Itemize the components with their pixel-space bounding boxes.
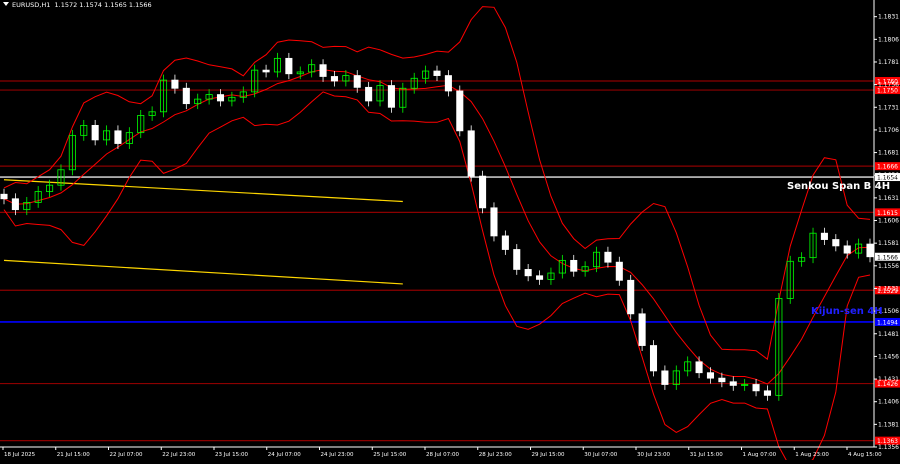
level-price-label: 1.1666 xyxy=(877,164,898,171)
candle-body xyxy=(387,85,395,108)
x-tick-label: 25 Jul 15:00 xyxy=(373,452,406,458)
candle-body xyxy=(11,198,19,211)
candle-body xyxy=(832,239,840,247)
level-price-label: 1.1615 xyxy=(877,210,898,217)
candle-body xyxy=(524,269,532,277)
y-tick-label: 1.1406 xyxy=(878,399,899,406)
candle-body xyxy=(649,345,658,372)
level-price-label: 1.1494 xyxy=(877,319,898,326)
candle-body xyxy=(752,384,760,392)
x-tick-label: 21 Jul 15:00 xyxy=(57,452,90,458)
x-tick-label: 24 Jul 07:00 xyxy=(268,452,301,458)
candle-body xyxy=(615,261,623,281)
candle-body xyxy=(501,235,509,250)
candle-body xyxy=(763,390,771,396)
chart: 1.1760 1.1750 1.1666 1.1654 1.1615 1.1529 1.14… xyxy=(0,0,900,464)
y-tick-label: 1.1656 xyxy=(878,172,899,179)
candle-body xyxy=(433,70,441,76)
candle-body xyxy=(706,372,715,379)
y-tick-label: 1.1731 xyxy=(878,104,899,111)
candle-body xyxy=(365,86,373,102)
candle-body xyxy=(467,130,475,177)
ohlc-values: 1.1572 1.1574 1.1565 1.1566 xyxy=(54,1,152,9)
y-tick-label: 1.1631 xyxy=(878,195,899,202)
y-tick-label: 1.1456 xyxy=(878,353,899,360)
kijun-sen-label: Kijun-sen 4H xyxy=(811,306,883,317)
x-tick-label: 22 Jul 07:00 xyxy=(110,452,143,458)
y-tick-label: 1.1356 xyxy=(878,444,899,451)
candle-body xyxy=(479,175,487,209)
candle-body xyxy=(182,87,190,105)
candle-body xyxy=(536,275,544,280)
x-tick-label: 22 Jul 23:00 xyxy=(162,452,195,458)
candle-body xyxy=(216,94,225,102)
candle-body xyxy=(319,64,327,77)
candle-body xyxy=(866,243,874,258)
chart-header: EURUSD,H1 1.1572 1.1574 1.1565 1.1566 xyxy=(3,1,152,9)
candle-body xyxy=(0,193,8,200)
candle-body xyxy=(729,381,737,386)
candle-body xyxy=(695,361,703,374)
candle-body xyxy=(171,79,179,89)
x-tick-label: 24 Jul 23:00 xyxy=(321,452,354,458)
y-tick-label: 1.1556 xyxy=(878,263,899,270)
x-tick-label: 28 Jul 07:00 xyxy=(426,452,459,458)
candle-body xyxy=(718,377,726,383)
candle-body xyxy=(353,75,361,88)
y-tick-label: 1.1431 xyxy=(878,376,899,383)
x-tick-label: 1 Aug 23:00 xyxy=(795,452,829,458)
collapse-triangle-icon[interactable] xyxy=(3,2,9,6)
chart-canvas: 1.17601.17501.16661.16541.16151.15291.14… xyxy=(0,0,900,464)
candle-body xyxy=(490,207,498,237)
candle-body xyxy=(638,313,646,346)
candle-body xyxy=(330,76,338,82)
candle-body xyxy=(843,245,851,254)
candle-body xyxy=(820,232,828,240)
x-tick-label: 30 Jul 23:00 xyxy=(637,452,670,458)
candle-body xyxy=(456,90,464,132)
current-price-label: 1.1566 xyxy=(877,254,898,261)
candle-body xyxy=(661,370,669,385)
y-tick-label: 1.1531 xyxy=(878,285,899,292)
y-tick-label: 1.1381 xyxy=(878,421,899,428)
y-tick-label: 1.1606 xyxy=(878,218,899,225)
candle-body xyxy=(627,279,635,315)
x-tick-label: 23 Jul 15:00 xyxy=(215,452,248,458)
y-tick-label: 1.1681 xyxy=(878,150,899,157)
senkou-span-b-label: Senkou Span B 4H xyxy=(787,181,890,192)
candle-body xyxy=(604,251,612,263)
y-tick-label: 1.1706 xyxy=(878,127,899,134)
candle-body xyxy=(114,130,122,144)
candle-body xyxy=(444,75,452,92)
y-tick-label: 1.1481 xyxy=(878,331,899,338)
candle-body xyxy=(285,57,293,75)
x-tick-label: 1 Aug 07:00 xyxy=(743,452,777,458)
x-tick-label: 29 Jul 15:00 xyxy=(532,452,565,458)
x-tick-label: 18 Jul 2025 xyxy=(4,452,36,458)
y-tick-label: 1.1581 xyxy=(878,240,899,247)
symbol-label: EURUSD,H1 xyxy=(12,1,51,9)
y-tick-label: 1.1806 xyxy=(878,36,899,43)
candle-body xyxy=(570,259,578,272)
x-tick-label: 28 Jul 23:00 xyxy=(479,452,512,458)
y-tick-label: 1.1781 xyxy=(878,59,899,66)
candle-body xyxy=(91,124,99,141)
x-tick-label: 30 Jul 07:00 xyxy=(584,452,617,458)
y-tick-label: 1.1756 xyxy=(878,82,899,89)
x-tick-label: 4 Aug 15:00 xyxy=(848,452,882,458)
candle-body xyxy=(262,69,270,73)
candle-body xyxy=(513,249,521,270)
x-tick-label: 31 Jul 15:00 xyxy=(690,452,723,458)
y-tick-label: 1.1831 xyxy=(878,14,899,21)
